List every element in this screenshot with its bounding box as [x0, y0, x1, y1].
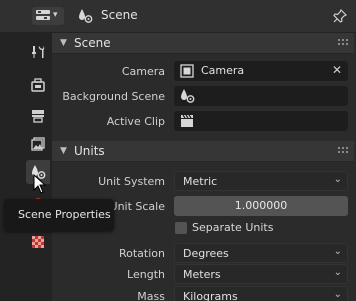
output-tab[interactable]	[26, 104, 50, 128]
properties-editor: ▾ Scene ▼ Scene Camera Camera ✕ Backgrou…	[0, 0, 356, 301]
view-layer-tab[interactable]	[26, 132, 50, 156]
length-value: Meters	[183, 268, 221, 281]
header-title: Scene	[101, 8, 138, 22]
clear-icon[interactable]: ✕	[332, 63, 342, 77]
editor-type-dropdown[interactable]: ▾	[32, 7, 64, 25]
render-icon	[31, 78, 45, 92]
scene-icon	[79, 9, 93, 23]
separate-units-label: Separate Units	[192, 221, 274, 234]
render-tab[interactable]	[26, 73, 50, 97]
rotation-value: Degrees	[183, 247, 229, 260]
properties-tab-strip	[0, 33, 52, 301]
unit-system-value: Metric	[183, 175, 218, 188]
unit-scale-value: 1.000000	[234, 199, 288, 212]
tooltip: Scene Properties	[4, 199, 114, 231]
scene-icon	[181, 89, 195, 103]
camera-object-icon	[180, 64, 194, 78]
units-panel-header[interactable]: ▼ Units	[52, 141, 354, 162]
chevron-down-icon: ⌄	[333, 289, 342, 300]
chevron-down-icon: ▾	[53, 10, 58, 20]
texture-tab[interactable]	[26, 230, 50, 254]
tool-tab[interactable]	[26, 40, 50, 64]
active-clip-field[interactable]	[174, 111, 348, 131]
scene-panel-header[interactable]: ▼ Scene	[52, 33, 354, 54]
editor-header: ▾ Scene	[0, 0, 356, 33]
chevron-down-icon: ⌄	[333, 246, 342, 257]
expand-triangle-icon: ▼	[60, 38, 67, 48]
camera-field[interactable]: Camera ✕	[174, 61, 348, 81]
drag-grip-icon[interactable]	[338, 147, 348, 155]
tool-icon	[32, 46, 45, 58]
drag-grip-icon[interactable]	[338, 39, 348, 47]
separate-units-checkbox[interactable]	[175, 222, 187, 234]
unit-scale-field[interactable]: 1.000000	[174, 196, 348, 216]
mass-dropdown[interactable]: Kilograms ⌄	[174, 286, 348, 301]
length-dropdown[interactable]: Meters ⌄	[174, 264, 348, 284]
texture-icon	[32, 236, 44, 248]
expand-triangle-icon: ▼	[60, 146, 67, 156]
mass-value: Kilograms	[183, 290, 238, 301]
pin-icon[interactable]	[332, 8, 348, 24]
rotation-dropdown[interactable]: Degrees ⌄	[174, 243, 348, 263]
background-scene-label: Background Scene	[62, 90, 165, 103]
mouse-cursor-icon	[33, 174, 47, 194]
length-label: Length	[127, 268, 165, 281]
clip-icon	[181, 114, 193, 127]
unit-scale-label: Unit Scale	[109, 200, 165, 213]
background-scene-field[interactable]	[174, 86, 348, 106]
view-layer-icon	[31, 137, 45, 151]
units-panel-title: Units	[74, 144, 105, 158]
properties-editor-icon	[36, 10, 50, 20]
camera-value: Camera	[201, 64, 245, 77]
scene-panel-title: Scene	[74, 36, 111, 50]
properties-main-area: ▼ Scene Camera Camera ✕ Background Scene	[52, 33, 356, 301]
unit-system-dropdown[interactable]: Metric ⌄	[174, 171, 348, 191]
chevron-down-icon: ⌄	[333, 267, 342, 278]
camera-label: Camera	[121, 65, 165, 78]
rotation-label: Rotation	[118, 247, 165, 260]
unit-system-label: Unit System	[98, 175, 165, 188]
tooltip-text: Scene Properties	[18, 208, 111, 221]
output-icon	[32, 110, 44, 123]
active-clip-label: Active Clip	[106, 115, 165, 128]
chevron-down-icon: ⌄	[333, 174, 342, 185]
mass-label: Mass	[137, 290, 165, 301]
